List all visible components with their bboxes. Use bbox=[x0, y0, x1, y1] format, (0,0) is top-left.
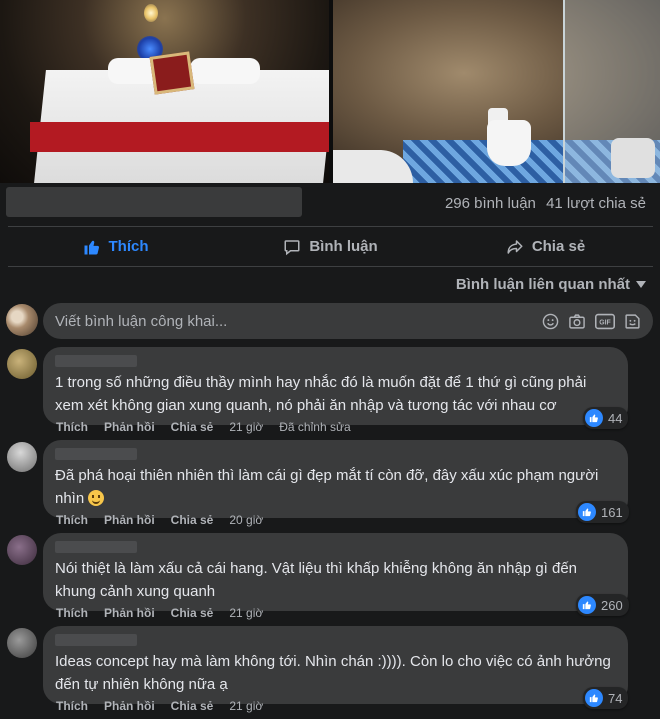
comment-bubble: Ideas concept hay mà làm không tới. Nhìn… bbox=[43, 626, 628, 704]
comment-like-link[interactable]: Thích bbox=[56, 699, 88, 713]
smile-emoji-icon bbox=[88, 490, 105, 506]
reaction-count-value: 44 bbox=[608, 410, 623, 426]
comment-bubble: 1 trong số những điều thầy mình hay nhắc… bbox=[43, 347, 628, 425]
comment-text-body: Đã phá hoại thiên nhiên thì làm cái gì đ… bbox=[55, 467, 599, 507]
comment-text: Nói thiệt là làm xấu cả cái hang. Vật li… bbox=[55, 560, 578, 600]
thumbs-up-icon bbox=[84, 240, 99, 254]
composer-tools: GIF bbox=[542, 313, 641, 330]
like-reaction-icon bbox=[585, 689, 603, 707]
toilet bbox=[487, 120, 531, 166]
commenter-avatar[interactable] bbox=[7, 535, 37, 565]
comment-reply-link[interactable]: Phản hồi bbox=[104, 606, 155, 620]
commenter-avatar[interactable] bbox=[7, 442, 37, 472]
comment-text: 1 trong số những điều thầy mình hay nhắc… bbox=[55, 374, 587, 414]
commenter-avatar[interactable] bbox=[7, 628, 37, 658]
cave-bedroom-photo[interactable] bbox=[0, 0, 329, 183]
comment-text: Ideas concept hay mà làm không tới. Nhìn… bbox=[55, 653, 611, 693]
toilet-2 bbox=[611, 138, 655, 178]
commenter-name-blurred[interactable] bbox=[55, 541, 137, 553]
reaction-count[interactable]: 74 bbox=[583, 687, 629, 709]
post-counts: 296 bình luận 41 lượt chia sẻ bbox=[445, 195, 646, 212]
edited-label: Đã chỉnh sửa bbox=[279, 420, 351, 434]
commenter-avatar[interactable] bbox=[7, 349, 37, 379]
reaction-count-value: 260 bbox=[601, 597, 623, 613]
cushion bbox=[149, 51, 195, 95]
comment-share-link[interactable]: Chia sẻ bbox=[171, 606, 214, 620]
share-arrow-icon bbox=[507, 239, 523, 254]
reaction-count[interactable]: 44 bbox=[583, 407, 629, 429]
comment-button[interactable]: Bình luận bbox=[223, 227, 438, 266]
reaction-count-value: 161 bbox=[601, 504, 623, 520]
comment-bubble-icon bbox=[284, 239, 300, 255]
reaction-count[interactable]: 260 bbox=[576, 594, 629, 616]
comment-timestamp[interactable]: 21 giờ bbox=[229, 699, 263, 713]
comment-like-link[interactable]: Thích bbox=[56, 420, 88, 434]
pillow bbox=[190, 58, 260, 84]
comment-timestamp[interactable]: 20 giờ bbox=[229, 513, 263, 527]
comment-share-link[interactable]: Chia sẻ bbox=[171, 513, 214, 527]
sticker-icon[interactable] bbox=[624, 313, 641, 330]
bed-runner bbox=[30, 122, 329, 152]
emoji-icon[interactable] bbox=[542, 313, 559, 330]
like-reaction-icon bbox=[578, 596, 596, 614]
comment-share-link[interactable]: Chia sẻ bbox=[171, 420, 214, 434]
comment-text: Đã phá hoại thiên nhiên thì làm cái gì đ… bbox=[55, 464, 616, 510]
comment-meta: Thích Phản hồi Chia sẻ 20 giờ bbox=[56, 513, 263, 527]
reaction-count-value: 74 bbox=[608, 690, 623, 706]
commenter-name-blurred[interactable] bbox=[55, 448, 137, 460]
comment-meta: Thích Phản hồi Chia sẻ 21 giờ bbox=[56, 606, 263, 620]
sort-label: Bình luận liên quan nhất bbox=[455, 276, 630, 293]
gif-icon[interactable]: GIF bbox=[595, 313, 615, 330]
comment-bubble: Đã phá hoại thiên nhiên thì làm cái gì đ… bbox=[43, 440, 628, 518]
like-reaction-icon bbox=[585, 409, 603, 427]
commenter-name-blurred[interactable] bbox=[55, 634, 137, 646]
post-photos[interactable] bbox=[0, 0, 660, 183]
ceiling-lamp bbox=[144, 4, 158, 22]
comment-reply-link[interactable]: Phản hồi bbox=[104, 513, 155, 527]
comment-label: Bình luận bbox=[309, 238, 378, 255]
share-label: Chia sẻ bbox=[531, 238, 586, 255]
like-label: Thích bbox=[108, 238, 149, 255]
like-button[interactable]: Thích bbox=[8, 227, 223, 266]
commenter-name-blurred[interactable] bbox=[55, 355, 137, 367]
comment-timestamp[interactable]: 21 giờ bbox=[229, 606, 263, 620]
comment-like-link[interactable]: Thích bbox=[56, 606, 88, 620]
comment-bubble: Nói thiệt là làm xấu cả cái hang. Vật li… bbox=[43, 533, 628, 611]
blurred-caption bbox=[6, 187, 302, 217]
share-count-link[interactable]: 41 lượt chia sẻ bbox=[546, 195, 646, 212]
cave-bathroom-photo[interactable] bbox=[333, 0, 660, 183]
comment-like-link[interactable]: Thích bbox=[56, 513, 88, 527]
reaction-count[interactable]: 161 bbox=[576, 501, 629, 523]
svg-text:GIF: GIF bbox=[599, 319, 611, 326]
current-user-avatar[interactable] bbox=[6, 304, 38, 336]
comment-reply-link[interactable]: Phản hồi bbox=[104, 699, 155, 713]
share-button[interactable]: Chia sẻ bbox=[438, 227, 653, 266]
comment-input[interactable] bbox=[55, 312, 542, 330]
sink bbox=[333, 150, 413, 183]
comment-sort-dropdown[interactable]: Bình luận liên quan nhất bbox=[456, 276, 646, 293]
post-action-bar: Thích Bình luận Chia sẻ bbox=[8, 226, 653, 267]
comment-count-link[interactable]: 296 bình luận bbox=[445, 195, 536, 212]
comment-share-link[interactable]: Chia sẻ bbox=[171, 699, 214, 713]
comment-meta: Thích Phản hồi Chia sẻ 21 giờ Đã chỉnh s… bbox=[56, 420, 351, 434]
caret-down-icon bbox=[636, 280, 646, 288]
like-reaction-icon bbox=[578, 503, 596, 521]
comment-timestamp[interactable]: 21 giờ bbox=[229, 420, 263, 434]
comment-reply-link[interactable]: Phản hồi bbox=[104, 420, 155, 434]
comment-composer: GIF bbox=[43, 303, 653, 339]
camera-icon[interactable] bbox=[568, 313, 586, 330]
comment-meta: Thích Phản hồi Chia sẻ 21 giờ bbox=[56, 699, 263, 713]
